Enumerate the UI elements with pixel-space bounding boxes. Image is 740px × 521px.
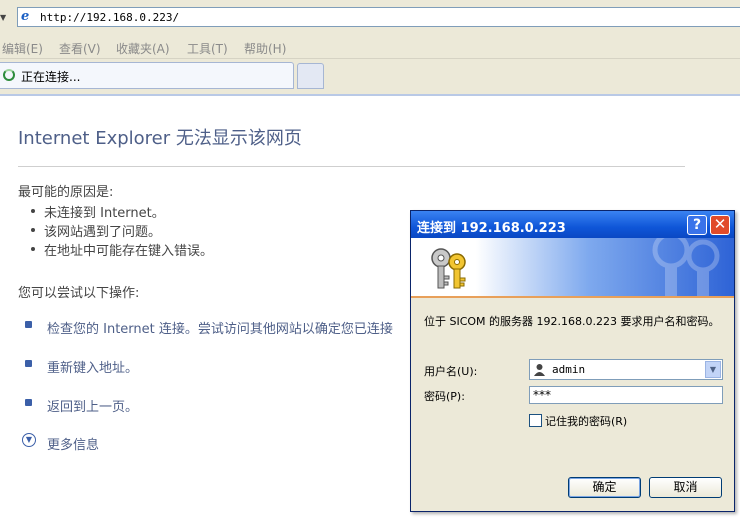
dialog-banner: [411, 238, 734, 298]
password-label: 密码(P):: [424, 390, 465, 403]
username-value[interactable]: admin: [552, 363, 585, 376]
keys-watermark-icon: [652, 238, 720, 296]
try-heading: 您可以尝试以下操作:: [18, 286, 140, 301]
cause-item: 该网站遇到了问题。: [30, 221, 161, 240]
ie-page-icon: e: [21, 9, 30, 24]
tab-label: 正在连接...: [21, 70, 81, 84]
more-info-link[interactable]: ▼ 更多信息: [22, 433, 100, 453]
password-field[interactable]: ***: [529, 386, 723, 404]
action-go-back[interactable]: 返回到上一页。: [25, 396, 139, 415]
action-label: 重新键入地址。: [47, 361, 139, 376]
more-info-label: 更多信息: [47, 438, 100, 453]
tab-connecting[interactable]: 正在连接...: [0, 62, 294, 89]
dialog-titlebar[interactable]: 连接到 192.168.0.223 ? ✕: [411, 211, 734, 238]
dialog-title: 连接到 192.168.0.223: [417, 221, 566, 236]
loading-spinner-icon: [3, 69, 15, 81]
title-divider: [18, 166, 685, 167]
login-dialog: 连接到 192.168.0.223 ? ✕ 位于 SICOM 的服务器 192.…: [410, 210, 735, 512]
bullet-icon: [25, 321, 32, 328]
page-title: Internet Explorer 无法显示该网页: [18, 128, 302, 149]
password-value[interactable]: ***: [533, 388, 551, 402]
action-check-connection[interactable]: 检查您的 Internet 连接。尝试访问其他网站以确定您已连接: [25, 318, 393, 337]
bullet-icon: [25, 360, 32, 367]
action-label: 返回到上一页。: [47, 400, 139, 415]
keys-icon: [431, 248, 466, 289]
new-tab-button[interactable]: [297, 63, 324, 89]
ok-button[interactable]: 确定: [568, 477, 641, 498]
username-label: 用户名(U):: [424, 365, 478, 378]
chevron-down-icon[interactable]: ▼: [705, 361, 721, 378]
cause-item: 在地址中可能存在键入错误。: [30, 240, 213, 259]
address-field[interactable]: e http://192.168.0.223/: [17, 7, 740, 27]
remember-label[interactable]: 记住我的密码(R): [545, 413, 627, 429]
user-icon: [534, 364, 545, 376]
menu-tools[interactable]: 工具(T): [187, 40, 228, 57]
auth-message: 位于 SICOM 的服务器 192.168.0.223 要求用户名和密码。: [424, 315, 720, 328]
help-button[interactable]: ?: [687, 215, 707, 235]
address-bar-row: ▼ e http://192.168.0.223/: [0, 0, 740, 36]
bullet-icon: [25, 399, 32, 406]
username-combobox[interactable]: admin ▼: [529, 359, 723, 380]
causes-heading: 最可能的原因是:: [18, 185, 114, 200]
menu-view[interactable]: 查看(V): [59, 40, 101, 57]
action-retype-address[interactable]: 重新键入地址。: [25, 357, 139, 376]
close-button[interactable]: ✕: [710, 215, 730, 235]
menu-favorites[interactable]: 收藏夹(A): [116, 40, 170, 57]
menu-edit[interactable]: 编辑(E): [2, 40, 43, 57]
address-url[interactable]: http://192.168.0.223/: [40, 11, 179, 24]
menu-bar: 编辑(E) 查看(V) 收藏夹(A) 工具(T) 帮助(H): [0, 36, 740, 59]
action-label: 检查您的 Internet 连接。尝试访问其他网站以确定您已连接: [47, 322, 393, 337]
tab-bar: 正在连接...: [0, 59, 740, 96]
back-dropdown-icon[interactable]: ▼: [0, 13, 6, 22]
remember-checkbox[interactable]: [529, 414, 542, 427]
expand-chevron-icon: ▼: [22, 433, 36, 447]
cancel-button[interactable]: 取消: [649, 477, 722, 498]
menu-help[interactable]: 帮助(H): [244, 40, 286, 57]
cause-item: 未连接到 Internet。: [31, 202, 165, 221]
